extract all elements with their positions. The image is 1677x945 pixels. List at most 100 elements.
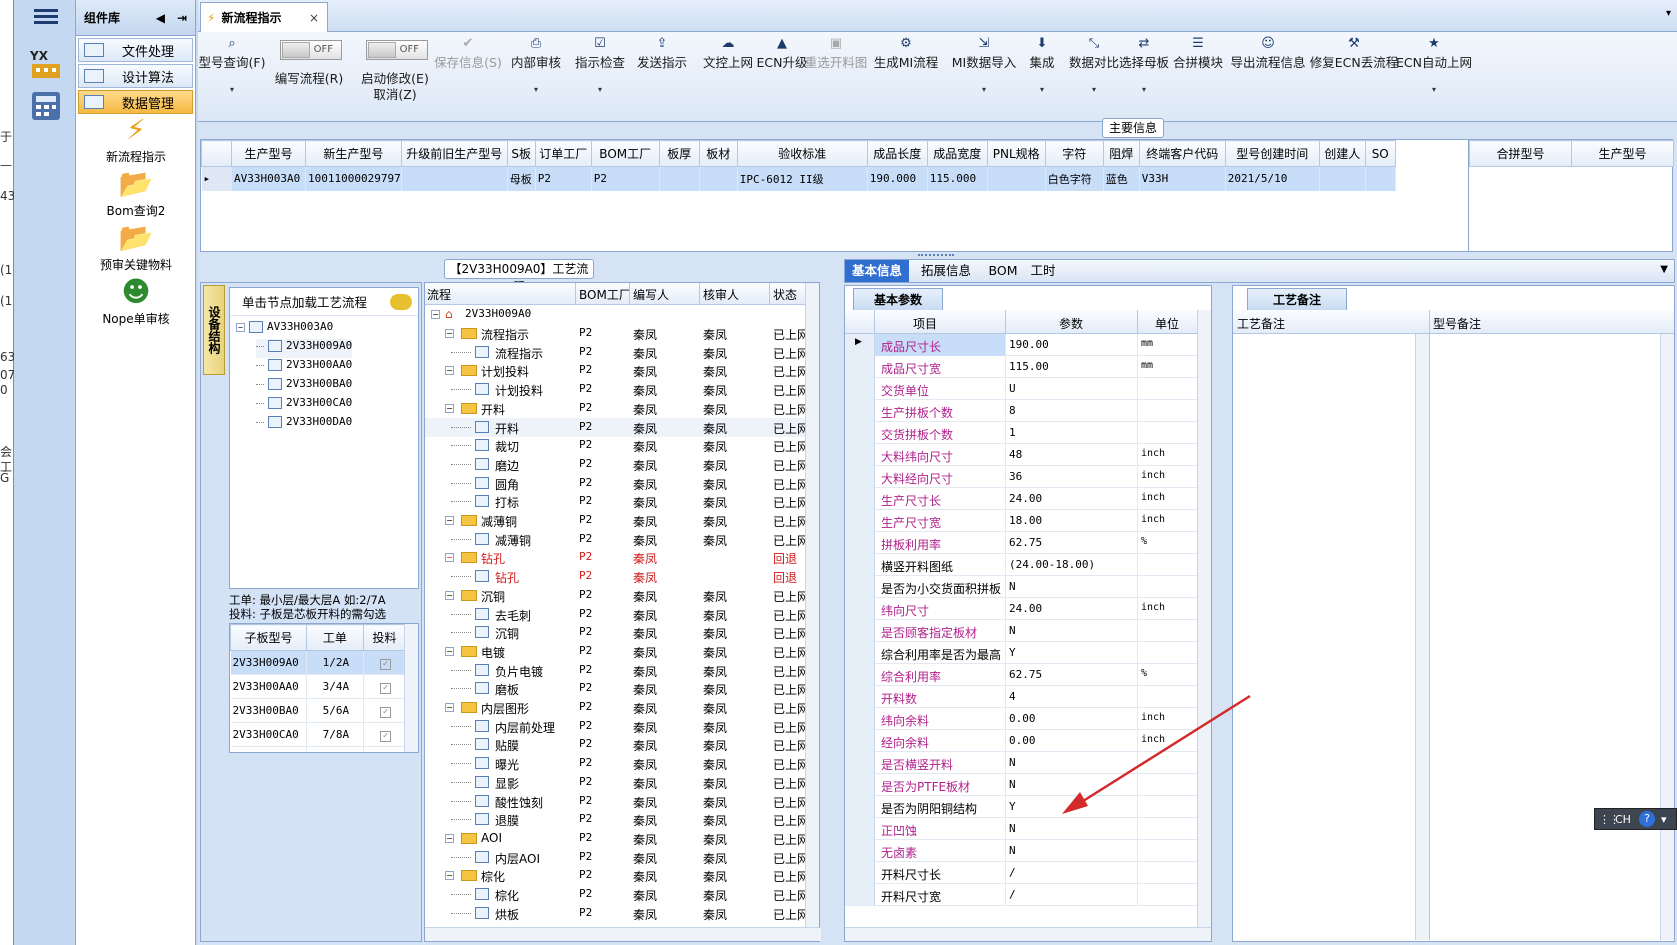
param-row[interactable]: 生产尺寸长 24.00 inch [845,488,1197,510]
feed-checkbox[interactable]: ✓ [379,658,391,670]
close-icon[interactable]: × [309,11,319,25]
hamburger-menu-icon[interactable] [28,6,64,30]
table-cell[interactable] [1319,166,1366,191]
flow-row[interactable]: 烘板 P2 秦凤 秦凤 已上网 [425,904,815,923]
param-value[interactable]: 62.75 [1009,668,1042,681]
tree-root[interactable]: − AV33H003A0 [236,320,333,339]
param-row[interactable]: 交货拼板个数 1 [845,422,1197,444]
param-value[interactable]: 36 [1009,470,1022,483]
flow-row[interactable]: 酸性蚀刻 P2 秦凤 秦凤 已上网 [425,792,815,811]
flow-row[interactable]: 钻孔 P2 秦凤 回退 [425,567,815,586]
table-cell[interactable]: 1/2A [306,650,364,675]
table-cell[interactable]: IPC-6012 II级 [737,166,868,191]
column-header[interactable]: 成品宽度 [926,140,988,167]
column-header[interactable]: 编写人 [633,286,669,303]
toolbar-label-cancel[interactable]: 取消(Z) [350,84,440,103]
param-value[interactable]: 24.00 [1009,492,1042,505]
table-row[interactable]: 2V33H009A0 1/2A ✓ [230,650,407,675]
column-header[interactable]: 参数 [1005,315,1137,332]
column-header[interactable]: 终端客户代码 [1138,140,1226,167]
column-header[interactable]: 订单工厂 [534,140,592,167]
column-header[interactable]: 创建人 [1318,140,1366,167]
tree-node[interactable]: 2V33H00DA0 [256,415,352,434]
param-value[interactable]: / [1009,866,1016,879]
param-row[interactable]: 开料尺寸长 / [845,862,1197,884]
param-value[interactable]: 18.00 [1009,514,1042,527]
flow-row[interactable]: 内层AOI P2 秦凤 秦凤 已上网 [425,848,815,867]
tab-equipment-structure[interactable]: 设备结构 [203,285,225,375]
flow-row[interactable]: 磨边 P2 秦凤 秦凤 已上网 [425,455,815,474]
param-value[interactable]: 8 [1009,404,1016,417]
flow-row[interactable]: 去毛刺 P2 秦凤 秦凤 已上网 [425,605,815,624]
component-1[interactable]: 📂 Bom查询2 [76,168,196,219]
table-cell[interactable]: 5/6A [306,698,364,723]
param-value[interactable]: 62.75 [1009,536,1042,549]
table-cell[interactable]: AV33H003A0 [231,166,306,191]
table-cell[interactable]: 7/8A [306,722,364,747]
param-row[interactable]: 无卤素 N [845,840,1197,862]
table-cell[interactable]: P2 [535,166,592,191]
column-header[interactable]: 生产型号 [231,140,306,167]
flow-row[interactable]: 沉铜 P2 秦凤 秦凤 已上网 [425,623,815,642]
tab-new-flow-instruction[interactable]: ⚡ 新流程指示 × [200,2,328,32]
table-row[interactable]: 2V33H00BA0 5/6A ✓ [230,698,407,723]
flow-row[interactable]: − 沉铜 P2 秦凤 秦凤 已上网 [425,586,815,605]
param-value[interactable]: 115.00 [1009,360,1049,373]
param-value[interactable]: Y [1009,646,1016,659]
toggle-switch-1[interactable]: OFF [280,40,342,60]
column-header[interactable]: 升级前旧生产型号 [400,140,508,167]
param-value[interactable]: N [1009,778,1016,791]
param-row[interactable]: 大料经向尺寸 36 inch [845,466,1197,488]
flow-row[interactable]: 开料 P2 秦凤 秦凤 已上网 [425,417,815,437]
column-header[interactable]: 投料 [362,624,407,651]
flow-row[interactable]: − 计划投料 P2 秦凤 秦凤 已上网 [425,361,815,380]
category-2[interactable]: 数据管理 [78,90,193,114]
tab-info-1[interactable]: 拓展信息 [913,260,979,282]
component-3[interactable]: ☻ Nope单审核 [76,276,196,327]
column-header[interactable]: PNL规格 [986,140,1046,167]
param-value[interactable]: N [1009,580,1016,593]
param-value[interactable]: N [1009,844,1016,857]
column-header[interactable]: 板材 [698,140,738,167]
flow-row[interactable]: 圆角 P2 秦凤 秦凤 已上网 [425,474,815,493]
param-value[interactable]: N [1009,822,1016,835]
param-value[interactable]: / [1009,888,1016,901]
toggle-switch-2[interactable]: OFF [366,40,428,60]
column-header[interactable]: 成品长度 [866,140,928,167]
tree-node[interactable]: 2V33H00AA0 [256,358,352,377]
table-cell[interactable]: 190.000 [867,166,928,191]
table-cell[interactable]: 2V33H00DA0 [230,746,307,752]
param-row[interactable]: 拼板利用率 62.75% [845,532,1197,554]
flow-row[interactable]: 贴膜 P2 秦凤 秦凤 已上网 [425,735,815,754]
param-row[interactable]: 交货单位 U [845,378,1197,400]
table-cell[interactable]: 115.000 [927,166,988,191]
param-value[interactable]: 0.00 [1009,712,1036,725]
toolbar-button-10[interactable]: ⚙ 生成MI流程 [861,36,951,71]
flow-row[interactable]: − 开料 P2 秦凤 秦凤 已上网 [425,399,815,418]
table-cell[interactable] [659,166,700,191]
flow-row[interactable]: 负片电镀 P2 秦凤 秦凤 已上网 [425,661,815,680]
column-header[interactable]: BOM工厂 [590,140,660,167]
chevron-down-icon[interactable]: ▾ [555,85,645,94]
table-row[interactable]: 2V33H00CA0 7/8A ✓ [230,722,407,747]
calculator-app-icon[interactable] [28,90,64,126]
table-row[interactable]: 2V33H00AA0 3/4A ✓ [230,674,407,699]
table-cell[interactable]: 9/10A [306,746,364,752]
flow-row[interactable]: 退膜 P2 秦凤 秦凤 已上网 [425,810,815,829]
param-row[interactable]: 综合利用率 62.75% [845,664,1197,686]
restore-icon[interactable]: ▾ [1666,8,1671,19]
flow-row[interactable]: − 内层图形 P2 秦凤 秦凤 已上网 [425,698,815,717]
flow-row[interactable]: 棕化 P2 秦凤 秦凤 已上网 [425,885,815,904]
param-row[interactable]: 纬向尺寸 24.00 inch [845,598,1197,620]
column-header[interactable]: 阻焊 [1102,140,1140,167]
param-value[interactable]: 24.00 [1009,602,1042,615]
flow-root[interactable]: − ⌂ 2V33H009A0 [425,305,815,324]
param-row[interactable]: 开料尺寸宽 / [845,884,1197,906]
table-row[interactable]: ▸ AV33H003A0 10011000029797 母板 P2 P2 IPC-6012 … [201,166,1396,191]
pin-icon[interactable]: ⇥ [177,11,187,25]
factory-app-icon[interactable]: YX [28,46,64,82]
table-cell[interactable] [987,166,1046,191]
column-header[interactable]: 状态 [773,286,797,303]
tree-node[interactable]: 2V33H00CA0 [256,396,352,415]
feed-checkbox[interactable]: ✓ [379,730,391,742]
